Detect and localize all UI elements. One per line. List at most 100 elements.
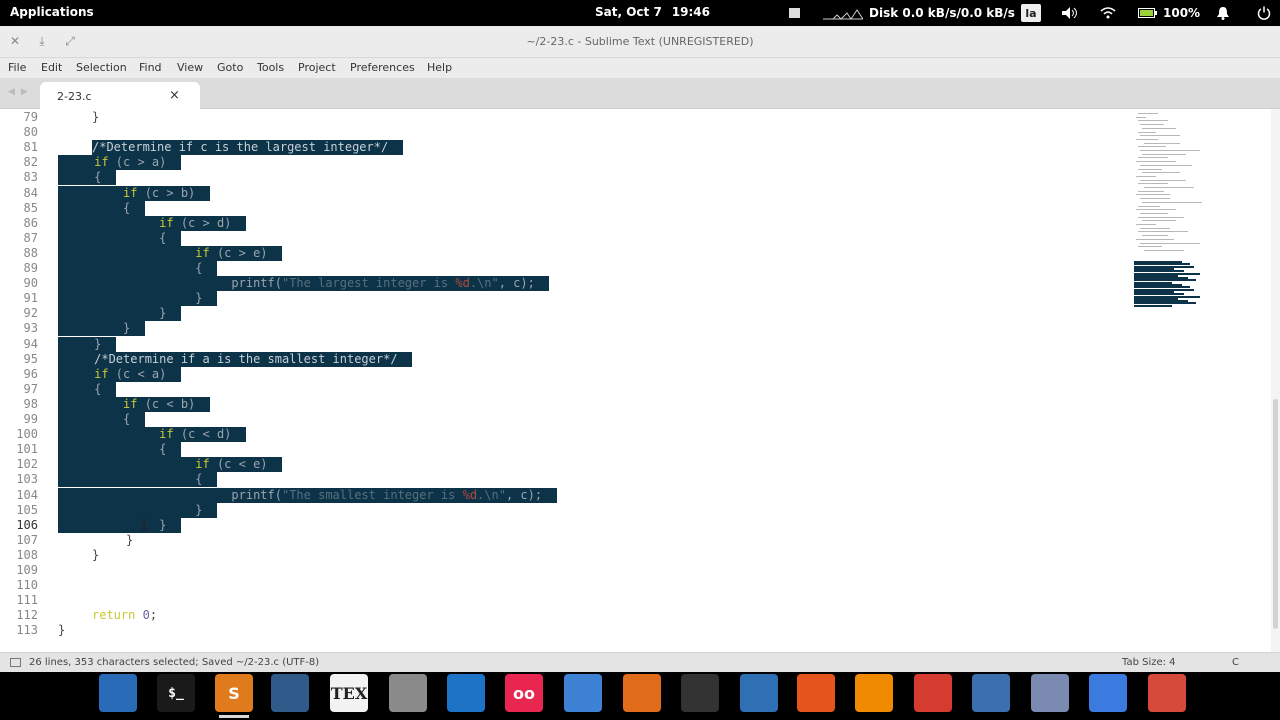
line-number: 101 [16,442,38,457]
file-manager-icon[interactable] [389,674,427,712]
notification-icon[interactable] [1216,4,1230,22]
volume-icon[interactable] [1061,4,1079,22]
line-number: 111 [16,593,38,608]
menu-selection[interactable]: Selection [76,61,127,74]
minimap-line [1140,242,1200,244]
code-line[interactable]: } [58,336,116,352]
menu-preferences[interactable]: Preferences [350,61,415,74]
code-line[interactable]: } [58,291,217,307]
minimap-line [1138,157,1168,159]
texmaker-icon[interactable]: TEX [330,674,368,712]
code-line[interactable]: } [58,517,181,533]
code-line[interactable]: } [126,533,133,548]
code-view[interactable]: } /*Determine if c is the largest integer… [58,109,1128,652]
flickr-icon[interactable]: oo [505,674,543,712]
code-line[interactable]: } [92,110,99,125]
tab-2-23-c[interactable]: 2-23.c × [40,82,200,109]
menu-project[interactable]: Project [298,61,336,74]
minimap-line [1142,235,1168,237]
code-line[interactable]: if (c > e) [58,245,282,261]
menu-tools[interactable]: Tools [257,61,284,74]
power-icon[interactable] [1257,4,1271,22]
code-line[interactable]: { [58,472,217,488]
vertical-scrollbar[interactable] [1271,109,1280,652]
wifi-icon[interactable] [1100,4,1116,22]
editor-area[interactable]: 79 80 81 82 83 84 85 86 87 88 89 90 91 92 93 94 95 96 97 98… [0,109,1280,652]
code-line[interactable]: if (c < b) [58,396,210,412]
code-line[interactable]: { [58,230,181,246]
code-line[interactable]: /*Determine if a is the smallest integer… [58,351,413,367]
minimap-line [1138,131,1156,133]
line-number: 88 [23,245,38,260]
burp-icon[interactable] [623,674,661,712]
vlc-icon[interactable] [855,674,893,712]
menu-edit[interactable]: Edit [41,61,62,74]
code-line[interactable]: if (c > d) [58,215,246,231]
minimap-line [1136,161,1176,163]
kde-app-icon[interactable] [914,674,952,712]
applications-menu[interactable]: Applications [10,5,94,19]
text-cursor-icon: I [140,518,149,534]
code-line[interactable]: if (c > a) [58,155,181,171]
keyboard-layout[interactable]: la [1021,4,1041,22]
syntax-selector[interactable]: C [1232,657,1239,668]
chromium-icon[interactable] [1089,674,1127,712]
tools-icon[interactable] [972,674,1010,712]
sublime-text-icon[interactable]: S [215,674,253,718]
code-line[interactable]: } [92,548,99,563]
code-line[interactable]: if (c < a) [58,366,181,382]
scrollbar-thumb[interactable] [1273,399,1278,629]
code-line[interactable]: } [58,623,65,638]
tab-close-icon[interactable]: × [169,88,180,103]
refresh-app-icon[interactable] [447,674,485,712]
code-line[interactable]: /*Determine if c is the largest integer*… [92,140,403,156]
line-number: 85 [23,200,38,215]
code-line[interactable]: printf("The smallest integer is %d.\n", … [58,487,557,503]
code-line[interactable]: } [58,502,217,518]
toggle-settings-icon[interactable] [564,674,602,712]
code-line[interactable]: { [58,412,145,427]
time-label: 19:46 [671,5,710,19]
code-line[interactable]: { [58,381,116,397]
window-titlebar[interactable]: ✕ ⤓ ⤢ ~/2-23.c - Sublime Text (UNREGISTE… [0,26,1280,58]
code-line[interactable]: { [58,442,181,458]
code-line[interactable]: } [58,321,145,337]
minimap-line [1140,164,1192,166]
code-line[interactable]: { [58,200,145,216]
code-line[interactable]: if (c < e) [58,457,282,473]
line-number: 89 [23,261,38,275]
code-line[interactable]: return 0; [92,608,157,623]
menu-find[interactable]: Find [139,61,162,74]
code-line[interactable]: if (c < d) [58,427,246,443]
texmaker-label: TEX [330,683,368,703]
line-number: 108 [16,547,38,562]
menu-goto[interactable]: Goto [217,61,243,74]
document-viewer-icon[interactable] [740,674,778,712]
virtualbox-icon[interactable] [271,674,309,712]
tab-size-selector[interactable]: Tab Size: 4 [1122,657,1176,668]
chrome-icon[interactable] [1148,674,1186,712]
microphone-icon[interactable] [681,674,719,712]
line-number: 105 [16,502,38,517]
code-line[interactable]: { [58,261,217,276]
line-number: 82 [23,155,38,170]
minimap[interactable] [1130,109,1268,652]
top-panel: Applications Sat, Oct 7 19:46 Disk 0.0 kB… [0,0,1280,26]
minimap-line [1138,205,1160,207]
code-line[interactable]: } [58,306,181,322]
battery-icon[interactable] [1138,4,1158,22]
code-line[interactable]: { [58,170,116,186]
menu-file[interactable]: File [8,61,26,74]
code-line[interactable]: printf("The largest integer is %d.\n", c… [58,276,550,292]
terminal-icon[interactable]: $_ [157,674,195,712]
firefox-icon[interactable] [797,674,835,712]
clock[interactable]: Sat, Oct 7 19:46 [595,5,720,19]
panel-toggle-icon[interactable] [10,658,21,667]
store-icon[interactable] [1031,674,1069,712]
menu-help[interactable]: Help [427,61,452,74]
menu-view[interactable]: View [177,61,203,74]
workspaces-icon[interactable] [99,674,137,712]
screen-icon[interactable] [788,4,801,22]
tab-nav-arrows-icon[interactable]: ◀▶ [8,87,34,97]
code-line[interactable]: if (c > b) [58,185,210,201]
